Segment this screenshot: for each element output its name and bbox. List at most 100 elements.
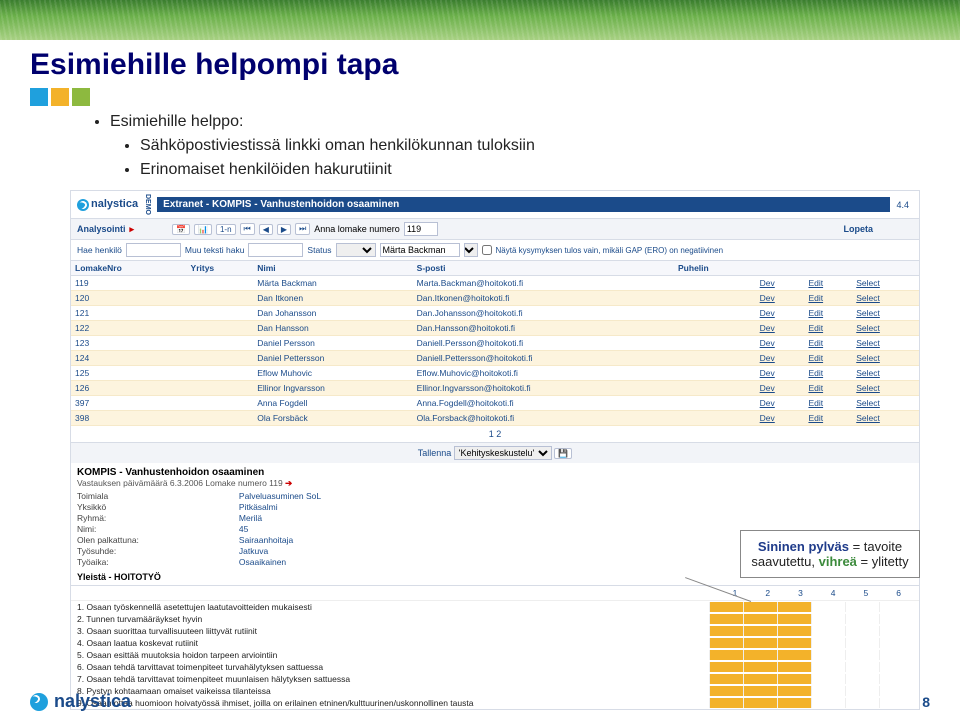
gap-checkbox[interactable]: [482, 245, 492, 255]
table-row[interactable]: 119Märta BackmanMarta.Backman@hoitokoti.…: [71, 276, 919, 291]
callout-blue: Sininen pylväs: [758, 539, 849, 554]
dev-link[interactable]: Dev: [760, 398, 775, 408]
dev-link[interactable]: Dev: [760, 338, 775, 348]
detail-label: Yksikkö: [77, 502, 139, 512]
arrow-icon[interactable]: ➔: [285, 478, 292, 488]
square-icon: [30, 88, 48, 106]
first-icon[interactable]: ⏮: [240, 223, 255, 235]
edit-link[interactable]: Edit: [808, 398, 823, 408]
select-link[interactable]: Select: [856, 413, 880, 423]
edit-link[interactable]: Edit: [808, 383, 823, 393]
dev-link[interactable]: Dev: [760, 323, 775, 333]
table-row[interactable]: 124Daniel PetterssonDaniell.Pettersson@h…: [71, 351, 919, 366]
square-icon: [72, 88, 90, 106]
bar-track: [709, 626, 913, 636]
dev-link[interactable]: Dev: [760, 368, 775, 378]
dev-link[interactable]: Dev: [760, 413, 775, 423]
lopeta-link[interactable]: Lopeta: [843, 224, 913, 234]
select-link[interactable]: Select: [856, 323, 880, 333]
dev-link[interactable]: Dev: [760, 383, 775, 393]
bar-cell: [743, 674, 777, 684]
question-row: 5. Osaan esittää muutoksia hoidon tarpee…: [71, 649, 919, 661]
dev-link[interactable]: Dev: [760, 308, 775, 318]
app-version: 4.4: [896, 200, 913, 210]
next-icon[interactable]: ▶: [277, 224, 291, 235]
col-sposti[interactable]: S-posti: [413, 261, 674, 276]
bar-track: [709, 602, 913, 612]
edit-link[interactable]: Edit: [808, 338, 823, 348]
bullet: Esimiehille helppo:: [110, 110, 870, 134]
scale-tick: 2: [765, 588, 770, 598]
save-bar: Tallenna 'Kehityskeskustelu' 💾: [71, 442, 919, 463]
range-btn[interactable]: 1-n: [216, 224, 236, 235]
col-yritys[interactable]: Yritys: [187, 261, 254, 276]
header-decor: [0, 0, 960, 40]
filter-bar: Hae henkilö Muu teksti haku Status Näytä…: [71, 240, 919, 261]
bar-cell: [845, 662, 879, 672]
tallenna-select[interactable]: 'Kehityskeskustelu': [454, 446, 552, 460]
edit-link[interactable]: Edit: [808, 308, 823, 318]
bar-cell: [743, 614, 777, 624]
col-lomakenro[interactable]: LomakeNro: [71, 261, 187, 276]
hae-input[interactable]: [126, 243, 181, 257]
save-icon[interactable]: 💾: [554, 448, 572, 459]
col-puhelin[interactable]: Puhelin: [674, 261, 756, 276]
select-link[interactable]: Select: [856, 293, 880, 303]
dev-link[interactable]: Dev: [760, 353, 775, 363]
select-link[interactable]: Select: [856, 338, 880, 348]
bar-cell: [777, 614, 811, 624]
bullet: Sähköpostiviestissä linkki oman henkilök…: [140, 134, 870, 158]
edit-link[interactable]: Edit: [808, 353, 823, 363]
name-filter-input[interactable]: [380, 243, 460, 257]
name-select[interactable]: [464, 243, 478, 257]
dev-link[interactable]: Dev: [760, 293, 775, 303]
edit-link[interactable]: Edit: [808, 293, 823, 303]
muu-input[interactable]: [248, 243, 303, 257]
select-link[interactable]: Select: [856, 353, 880, 363]
table-row[interactable]: 121Dan JohanssonDan.Johansson@hoitokoti.…: [71, 306, 919, 321]
table-row[interactable]: 126Ellinor IngvarssonEllinor.Ingvarsson@…: [71, 381, 919, 396]
page-number: 8: [922, 694, 930, 710]
select-link[interactable]: Select: [856, 398, 880, 408]
dev-link[interactable]: Dev: [760, 278, 775, 288]
prev-icon[interactable]: ◀: [259, 224, 273, 235]
select-link[interactable]: Select: [856, 368, 880, 378]
edit-link[interactable]: Edit: [808, 278, 823, 288]
toolbar: Analysointi ▸ 📅 📊 1-n ⏮ ◀ ▶ ⏭ Anna lomak…: [71, 219, 919, 240]
tab-analysointi[interactable]: Analysointi: [77, 224, 126, 234]
table-row[interactable]: 397Anna FogdellAnna.Fogdell@hoitokoti.fi…: [71, 396, 919, 411]
select-link[interactable]: Select: [856, 383, 880, 393]
edit-link[interactable]: Edit: [808, 368, 823, 378]
brand-logo: nalystica: [77, 198, 138, 210]
bar-cell: [709, 626, 743, 636]
expand-icon[interactable]: ▸: [130, 224, 135, 235]
pager[interactable]: 1 2: [71, 426, 919, 442]
bar-cell: [811, 614, 845, 624]
bar-cell: [709, 662, 743, 672]
edit-link[interactable]: Edit: [808, 323, 823, 333]
table-row[interactable]: 120Dan ItkonenDan.Itkonen@hoitokoti.fi D…: [71, 291, 919, 306]
bar-cell: [777, 650, 811, 660]
edit-link[interactable]: Edit: [808, 413, 823, 423]
bar-cell: [845, 674, 879, 684]
select-link[interactable]: Select: [856, 308, 880, 318]
last-icon[interactable]: ⏭: [295, 223, 310, 235]
kompis-title: KOMPIS - Vanhustenhoidon osaaminen: [71, 463, 919, 478]
table-row[interactable]: 398Ola ForsbäckOla.Forsback@hoitokoti.fi…: [71, 411, 919, 426]
table-row[interactable]: 123Daniel PerssonDaniell.Persson@hoitoko…: [71, 336, 919, 351]
select-link[interactable]: Select: [856, 278, 880, 288]
scale-tick: 5: [864, 588, 869, 598]
status-select[interactable]: [336, 243, 376, 257]
bar-cell: [709, 650, 743, 660]
col-nimi[interactable]: Nimi: [253, 261, 412, 276]
question-text: 6. Osaan tehdä tarvittavat toimenpiteet …: [77, 662, 703, 672]
question-row: 7. Osaan tehdä tarvittavat toimenpiteet …: [71, 673, 919, 685]
question-text: 3. Osaan suorittaa turvallisuuteen liitt…: [77, 626, 703, 636]
table-row[interactable]: 125Eflow MuhovicEflow.Muhovic@hoitokoti.…: [71, 366, 919, 381]
cal-icon[interactable]: 📅: [172, 224, 190, 235]
table-row[interactable]: 122Dan HanssonDan.Hansson@hoitokoti.fi D…: [71, 321, 919, 336]
chart-icon[interactable]: 📊: [194, 224, 212, 235]
bar-cell: [709, 602, 743, 612]
bar-cell: [811, 674, 845, 684]
lomake-input[interactable]: [404, 222, 438, 236]
